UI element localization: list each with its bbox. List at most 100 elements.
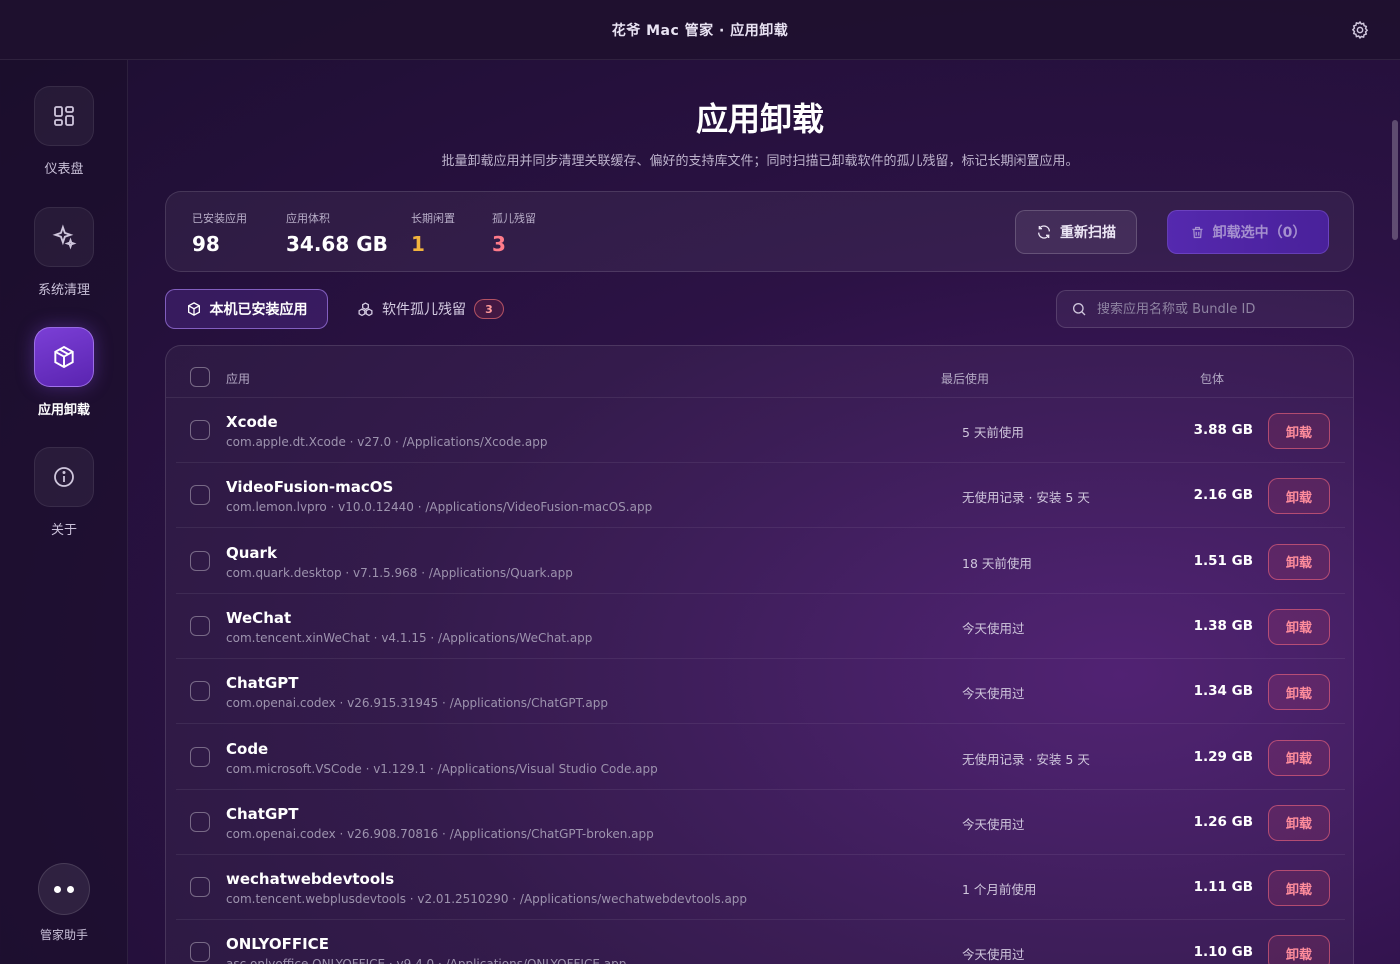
- table-row[interactable]: Quark com.quark.desktop · v7.1.5.968 · /A…: [176, 529, 1345, 594]
- tab-label: 软件孤儿残留: [382, 302, 466, 318]
- orphan-count-badge: 3: [474, 299, 504, 319]
- nav-icon-box: [34, 86, 94, 146]
- select-all-checkbox[interactable]: [190, 367, 210, 387]
- header-app: 应用: [226, 372, 251, 386]
- sidebar-item-dashboard[interactable]: 仪表盘: [0, 86, 128, 177]
- row-checkbox[interactable]: [190, 877, 210, 898]
- uninstall-button[interactable]: 卸载: [1268, 739, 1330, 776]
- search-input[interactable]: [1097, 301, 1337, 317]
- assistant-eye-icon: [67, 885, 74, 893]
- nav-icon-box: [34, 207, 94, 267]
- box-icon: [54, 345, 74, 369]
- uninstall-selected-button[interactable]: 卸载选中（0）: [1167, 210, 1329, 254]
- refresh-icon: [1038, 225, 1050, 239]
- sidebar-item-app-uninstall[interactable]: 应用卸载: [0, 327, 128, 418]
- table-row[interactable]: VideoFusion-macOS com.lemon.lvpro · v10.0…: [176, 463, 1345, 529]
- app-size: 2.16 GB: [1193, 487, 1253, 504]
- app-meta: com.openai.codex · v26.915.31945 · /Appl…: [226, 696, 608, 711]
- app-name: ChatGPT: [226, 674, 299, 693]
- gear-icon[interactable]: [1350, 20, 1370, 40]
- last-used: 今天使用过: [962, 816, 1025, 832]
- stat-value: 34.68 GB: [286, 232, 388, 256]
- table-row[interactable]: Code com.microsoft.VSCode · v1.129.1 · /A…: [176, 725, 1345, 790]
- rescan-button[interactable]: 重新扫描: [1015, 210, 1137, 254]
- tab-installed-apps[interactable]: 本机已安装应用: [165, 289, 328, 329]
- search-icon: [1073, 303, 1086, 316]
- table-header: 应用 最后使用 包体: [166, 346, 1353, 398]
- app-name: Quark: [226, 543, 277, 562]
- last-used: 今天使用过: [962, 947, 1025, 963]
- stat-label: 应用体积: [286, 212, 330, 225]
- app-meta: com.lemon.lvpro · v10.0.12440 · /Applica…: [226, 500, 653, 515]
- stat-label: 长期闲置: [411, 212, 455, 225]
- row-checkbox[interactable]: [190, 550, 210, 571]
- stats-card: 已安装应用 98 应用体积 34.68 GB 长期闲置 1 孤儿残留 3 重新扫…: [165, 191, 1354, 272]
- table-row[interactable]: WeChat com.tencent.xinWeChat · v4.1.15 · …: [176, 594, 1345, 659]
- last-used: 今天使用过: [962, 620, 1025, 636]
- app-size: 1.38 GB: [1193, 617, 1253, 634]
- stat-value: 98: [192, 232, 220, 256]
- uninstall-button[interactable]: 卸载: [1268, 478, 1330, 515]
- app-meta: com.quark.desktop · v7.1.5.968 · /Applic…: [226, 565, 573, 580]
- app-name: Code: [226, 739, 269, 758]
- app-size: 1.26 GB: [1193, 813, 1253, 830]
- window-title: 花爷 Mac 管家 · 应用卸载: [611, 23, 789, 39]
- row-checkbox[interactable]: [190, 746, 210, 767]
- title-bar: 花爷 Mac 管家 · 应用卸载: [0, 0, 1400, 60]
- app-name: wechatwebdevtools: [226, 870, 395, 889]
- stat-label: 孤儿残留: [492, 212, 536, 225]
- table-row[interactable]: Xcode com.apple.dt.Xcode · v27.0 · /Appli…: [176, 398, 1345, 463]
- row-checkbox[interactable]: [190, 615, 210, 636]
- main-content: 应用卸载 批量卸载应用并同步清理关联缓存、偏好的支持库文件；同时扫描已卸载软件的…: [128, 60, 1400, 964]
- search-box[interactable]: [1056, 290, 1354, 328]
- last-used: 无使用记录 · 安装 5 天: [962, 490, 1090, 506]
- row-checkbox[interactable]: [190, 811, 210, 832]
- scrollbar[interactable]: [1392, 120, 1398, 240]
- last-used: 无使用记录 · 安装 5 天: [962, 751, 1090, 767]
- sidebar-item-about[interactable]: 关于: [0, 447, 128, 538]
- stat-value: 3: [492, 232, 506, 256]
- row-checkbox[interactable]: [190, 681, 210, 702]
- stat-installed: 已安装应用 98: [192, 210, 247, 256]
- tab-label: 本机已安装应用: [209, 302, 308, 318]
- last-used: 今天使用过: [962, 686, 1025, 702]
- table-row[interactable]: ONLYOFFICE asc.onlyoffice.ONLYOFFICE · v9…: [176, 920, 1345, 964]
- row-checkbox[interactable]: [190, 420, 210, 440]
- stat-orphan: 孤儿残留 3: [492, 210, 536, 256]
- uninstall-button[interactable]: 卸载: [1268, 870, 1330, 907]
- uninstall-button[interactable]: 卸载: [1268, 935, 1330, 964]
- uninstall-button[interactable]: 卸载: [1268, 413, 1330, 449]
- tab-orphan-leftovers[interactable]: 软件孤儿残留 3: [357, 289, 504, 329]
- trash-icon: [1192, 226, 1203, 238]
- uninstall-button[interactable]: 卸载: [1268, 608, 1330, 645]
- page-title: 应用卸载: [695, 100, 824, 138]
- app-size: 1.51 GB: [1193, 552, 1253, 569]
- dashboard-icon: [54, 106, 74, 126]
- last-used: 18 天前使用: [962, 555, 1032, 571]
- uninstall-button[interactable]: 卸载: [1268, 543, 1330, 580]
- row-checkbox[interactable]: [190, 485, 210, 506]
- app-size: 1.29 GB: [1193, 748, 1253, 765]
- sidebar-item-system-clean[interactable]: 系统清理: [0, 207, 128, 298]
- stat-size: 应用体积 34.68 GB: [286, 210, 388, 256]
- sidebar-item-label: 系统清理: [37, 283, 90, 298]
- sidebar-item-label: 关于: [50, 523, 77, 538]
- assistant-button[interactable]: [38, 863, 90, 915]
- nav-icon-box: [34, 327, 94, 387]
- app-size: 1.34 GB: [1193, 683, 1253, 700]
- uninstall-button[interactable]: 卸载: [1268, 674, 1330, 711]
- table-row[interactable]: ChatGPT com.openai.codex · v26.908.70816 …: [176, 790, 1345, 855]
- rescan-label: 重新扫描: [1060, 225, 1116, 241]
- nav-icon-box: [34, 447, 94, 507]
- uninstall-button[interactable]: 卸载: [1268, 804, 1330, 841]
- app-meta: com.tencent.xinWeChat · v4.1.15 · /Appli…: [226, 630, 593, 645]
- table-row[interactable]: wechatwebdevtools com.tencent.webplusdevt…: [176, 855, 1345, 921]
- cubes-icon: [358, 301, 373, 316]
- table-row[interactable]: ChatGPT com.openai.codex · v26.915.31945 …: [176, 659, 1345, 725]
- app-meta: com.apple.dt.Xcode · v27.0 · /Applicatio…: [226, 435, 548, 449]
- app-name: ONLYOFFICE: [226, 935, 329, 954]
- last-used: 1 个月前使用: [962, 882, 1037, 898]
- row-checkbox[interactable]: [190, 942, 210, 963]
- sidebar: 仪表盘 系统清理 应用卸载 关于 管家助手: [0, 60, 128, 964]
- stat-idle: 长期闲置 1: [411, 210, 455, 256]
